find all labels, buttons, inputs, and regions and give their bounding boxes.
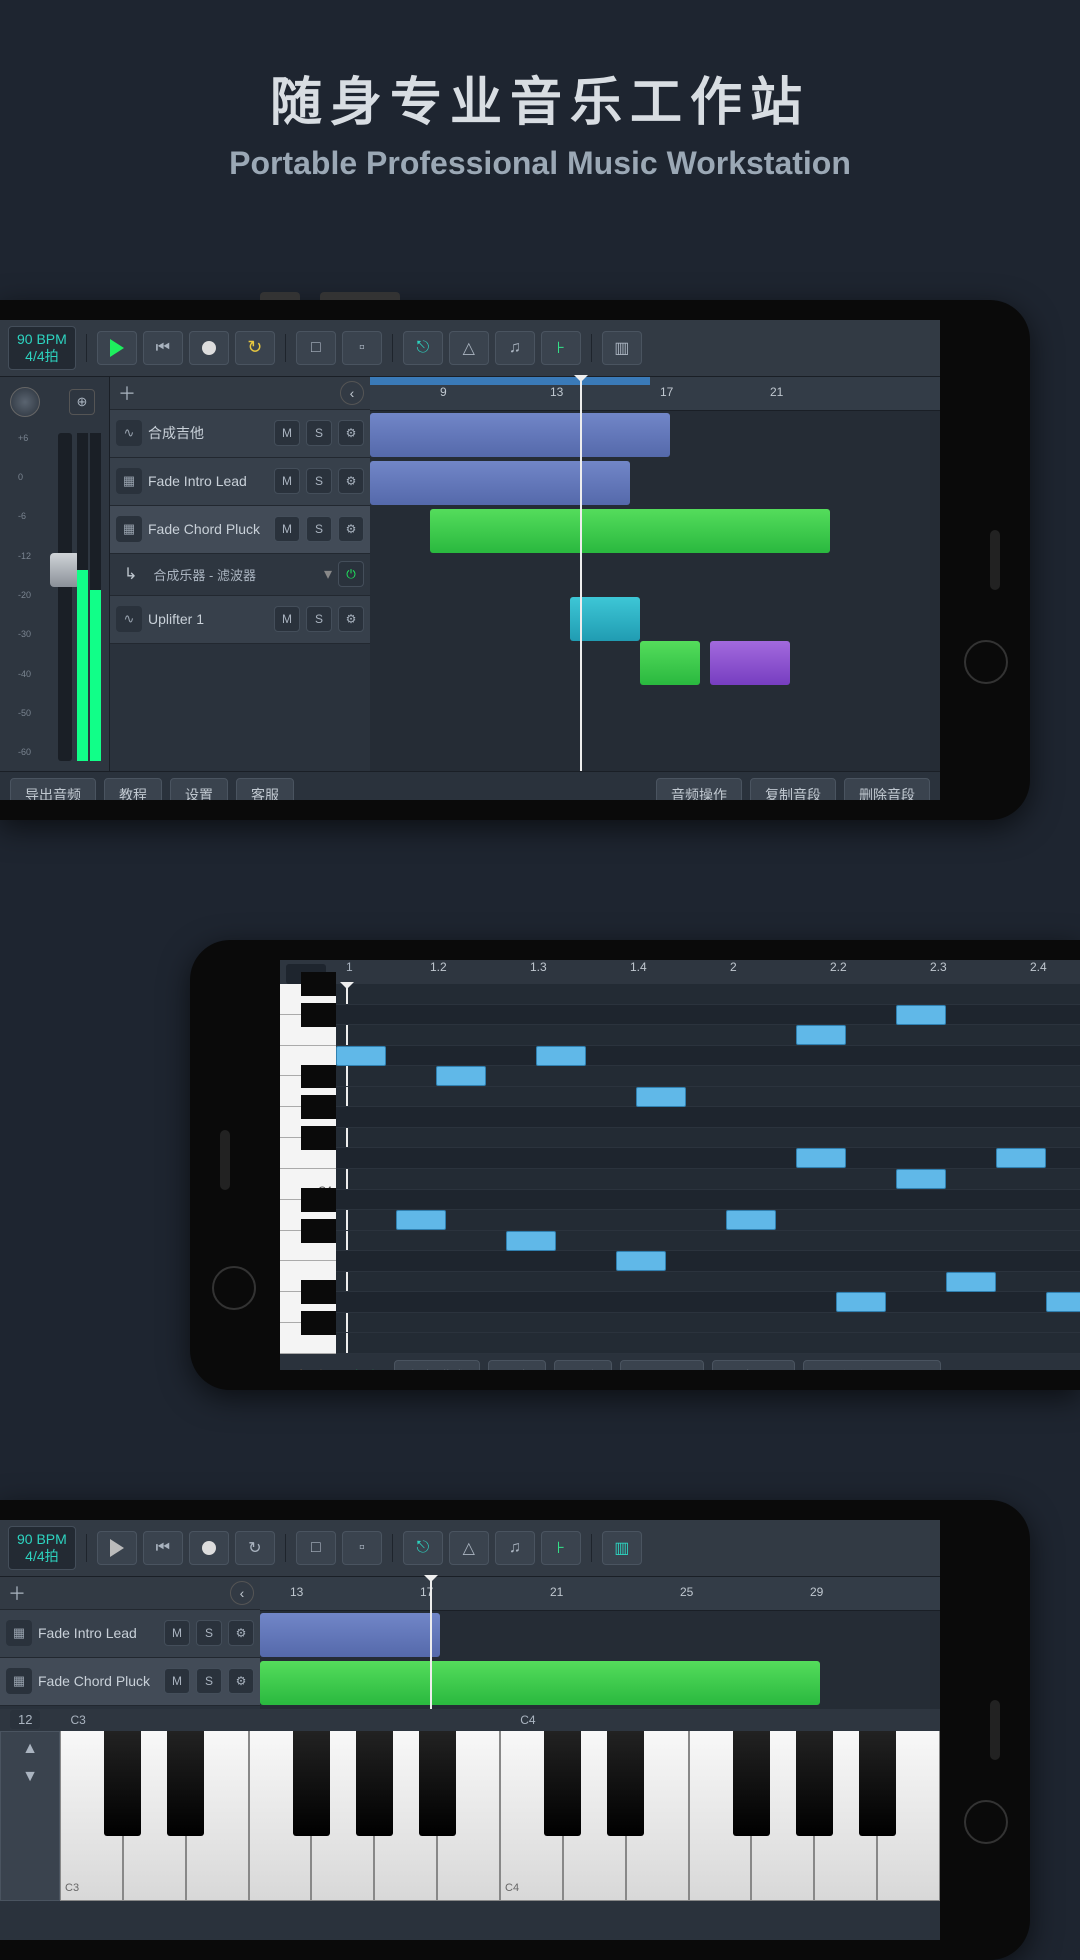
- master-fader[interactable]: [50, 553, 80, 587]
- master-fader-track: [58, 433, 72, 761]
- tempo-button[interactable]: 90 BPM4/4拍: [8, 326, 76, 370]
- home-button[interactable]: [964, 640, 1008, 684]
- rewind-button[interactable]: ⏮: [143, 1531, 183, 1565]
- loop-button[interactable]: ↻: [235, 331, 275, 365]
- snap-button[interactable]: ⊦: [541, 331, 581, 365]
- piano-keyboard[interactable]: C3C4: [60, 1731, 940, 1901]
- hero-title-cn: 随身专业音乐工作站: [0, 60, 1080, 135]
- notes-button[interactable]: ♫: [495, 1531, 535, 1565]
- support-button[interactable]: 客服: [236, 778, 294, 800]
- collapse-button[interactable]: ‹: [230, 1581, 254, 1605]
- delete-button[interactable]: 删除: [554, 1360, 612, 1370]
- octave-up[interactable]: ▲: [22, 1740, 38, 1758]
- copy-clip-button[interactable]: 复制音段: [750, 778, 836, 800]
- copy-mode-button[interactable]: 复制模式: [394, 1360, 480, 1370]
- home-button[interactable]: [212, 1266, 256, 1310]
- settings-button[interactable]: 设置: [170, 778, 228, 800]
- add-track-button[interactable]: ＋: [6, 1582, 28, 1604]
- loop-button[interactable]: ↻: [235, 1531, 275, 1565]
- phone-keyboard-view: 90 BPM4/4拍 ⏮ ↻ □ ▫ ⎋ △ ♫ ⊦ ▥ ＋‹ ▦Fade In…: [0, 1500, 1030, 1960]
- chord-select[interactable]: 无和弦▼: [803, 1360, 941, 1370]
- folder-button[interactable]: □: [296, 1531, 336, 1565]
- play-button[interactable]: [97, 1531, 137, 1565]
- snap-button[interactable]: ⊦: [541, 1531, 581, 1565]
- settings-button[interactable]: 设定: [488, 1360, 546, 1370]
- hero-title-en: Portable Professional Music Workstation: [0, 145, 1080, 182]
- settings-icon[interactable]: ⚙: [338, 516, 364, 542]
- save-button[interactable]: ▫: [342, 1531, 382, 1565]
- piano-keys[interactable]: C4: [280, 984, 336, 1354]
- home-button[interactable]: [964, 1800, 1008, 1844]
- solo-button[interactable]: S: [306, 420, 332, 446]
- tutorial-button[interactable]: 教程: [104, 778, 162, 800]
- mute-button[interactable]: M: [274, 420, 300, 446]
- delete-clip-button[interactable]: 删除音段: [844, 778, 930, 800]
- play-button[interactable]: [97, 331, 137, 365]
- add-track-icon[interactable]: ⊕: [69, 389, 95, 415]
- fx-power-button[interactable]: ⏻: [338, 561, 364, 587]
- record-button[interactable]: [189, 1531, 229, 1565]
- timeline[interactable]: 9 13 17 21: [370, 377, 940, 771]
- note-grid[interactable]: [336, 984, 1080, 1354]
- export-midi-button[interactable]: 导出midi: [712, 1360, 796, 1370]
- master-mixer: ⊕ +60-6-12-20-30-40-50-60: [0, 377, 110, 771]
- metronome-button[interactable]: △: [449, 1531, 489, 1565]
- settings-icon[interactable]: ⚙: [338, 606, 364, 632]
- add-track-button[interactable]: ＋: [116, 382, 138, 404]
- tempo-button[interactable]: 90 BPM4/4拍: [8, 1526, 76, 1570]
- midi-icon: ▦: [116, 516, 142, 542]
- solo-button[interactable]: S: [306, 468, 332, 494]
- mixer-icon[interactable]: ⎋: [403, 331, 443, 365]
- rewind-button[interactable]: ⏮: [143, 331, 183, 365]
- solo-button[interactable]: S: [306, 606, 332, 632]
- octave-number: 12: [10, 1710, 40, 1729]
- midi-icon: ▦: [116, 468, 142, 494]
- settings-icon[interactable]: ⚙: [338, 468, 364, 494]
- collapse-button[interactable]: ‹: [340, 381, 364, 405]
- mute-button[interactable]: M: [274, 468, 300, 494]
- record-button[interactable]: [189, 331, 229, 365]
- settings-icon[interactable]: ⚙: [338, 420, 364, 446]
- folder-button[interactable]: □: [296, 331, 336, 365]
- save-button[interactable]: ▫: [342, 331, 382, 365]
- waveform-icon: ∿: [116, 420, 142, 446]
- mute-button[interactable]: M: [274, 606, 300, 632]
- solo-button[interactable]: S: [306, 516, 332, 542]
- octave-down[interactable]: ▼: [22, 1768, 38, 1786]
- audio-ops-button[interactable]: 音频操作: [656, 778, 742, 800]
- keyboard-toggle[interactable]: ▥: [602, 331, 642, 365]
- waveform-icon: ∿: [116, 606, 142, 632]
- multi-select[interactable]: 多选: [342, 1363, 386, 1370]
- phone-piano-roll: ← 1 1.2 1.3 1.4 2 2.2 2.3 2.4 C4: [190, 940, 1080, 1390]
- mixer-icon[interactable]: ⎋: [403, 1531, 443, 1565]
- import-midi-button[interactable]: 导入midi: [620, 1360, 704, 1370]
- keyboard-toggle[interactable]: ▥: [602, 1531, 642, 1565]
- phone-daw-tracks: 90 BPM4/4拍 ⏮ ↻ □ ▫ ⎋ △ ♫ ⊦ ▥ ⊕ +60-6-12-…: [0, 300, 1030, 820]
- mute-button[interactable]: M: [274, 516, 300, 542]
- export-audio-button[interactable]: 导出音频: [10, 778, 96, 800]
- metronome-button[interactable]: △: [449, 331, 489, 365]
- frame-select[interactable]: 框选: [290, 1363, 334, 1370]
- pan-knob[interactable]: [10, 387, 40, 417]
- transport-toolbar: 90 BPM4/4拍 ⏮ ↻ □ ▫ ⎋ △ ♫ ⊦ ▥: [0, 320, 940, 377]
- notes-button[interactable]: ♫: [495, 331, 535, 365]
